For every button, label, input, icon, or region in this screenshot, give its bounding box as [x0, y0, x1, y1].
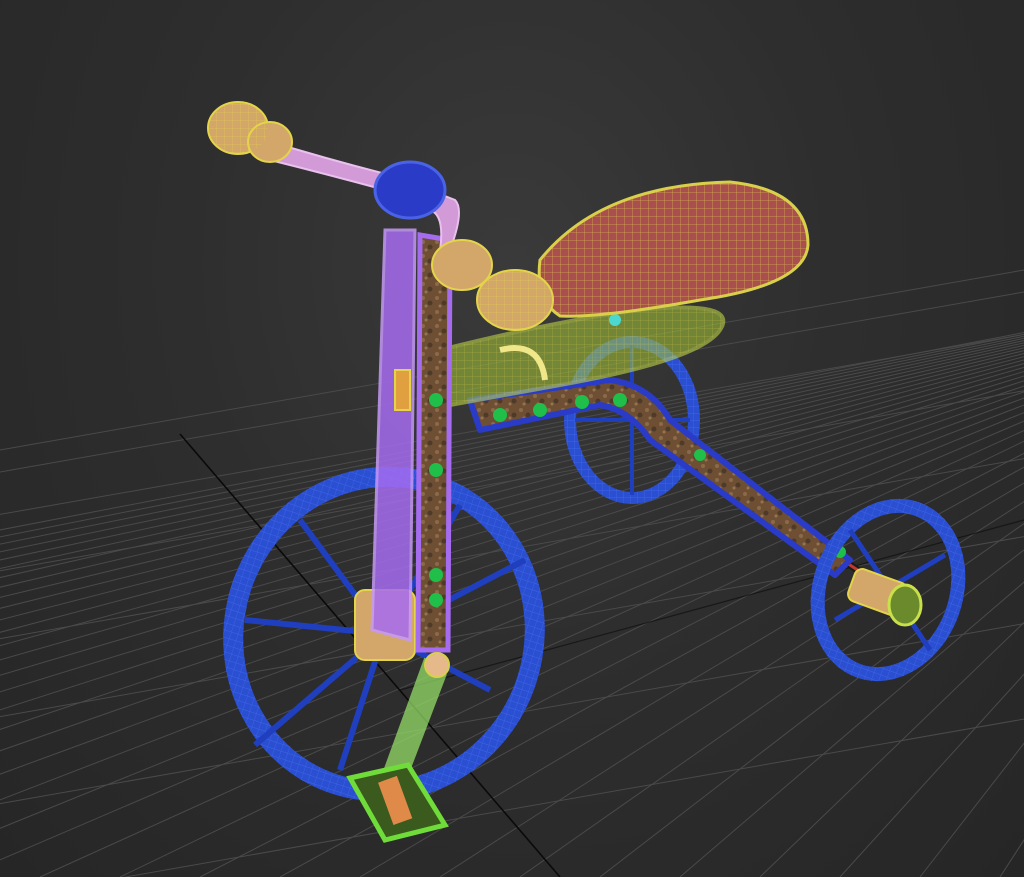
stem-clamp	[373, 160, 447, 220]
3d-viewport[interactable]	[0, 0, 1024, 877]
handlebar[interactable]	[263, 138, 460, 251]
front-fork[interactable]	[370, 228, 453, 653]
rear-wheel-right[interactable]	[795, 486, 982, 694]
grip-left[interactable]	[207, 101, 293, 163]
seat[interactable]	[537, 180, 810, 318]
viewport-scene[interactable]	[0, 0, 1024, 877]
